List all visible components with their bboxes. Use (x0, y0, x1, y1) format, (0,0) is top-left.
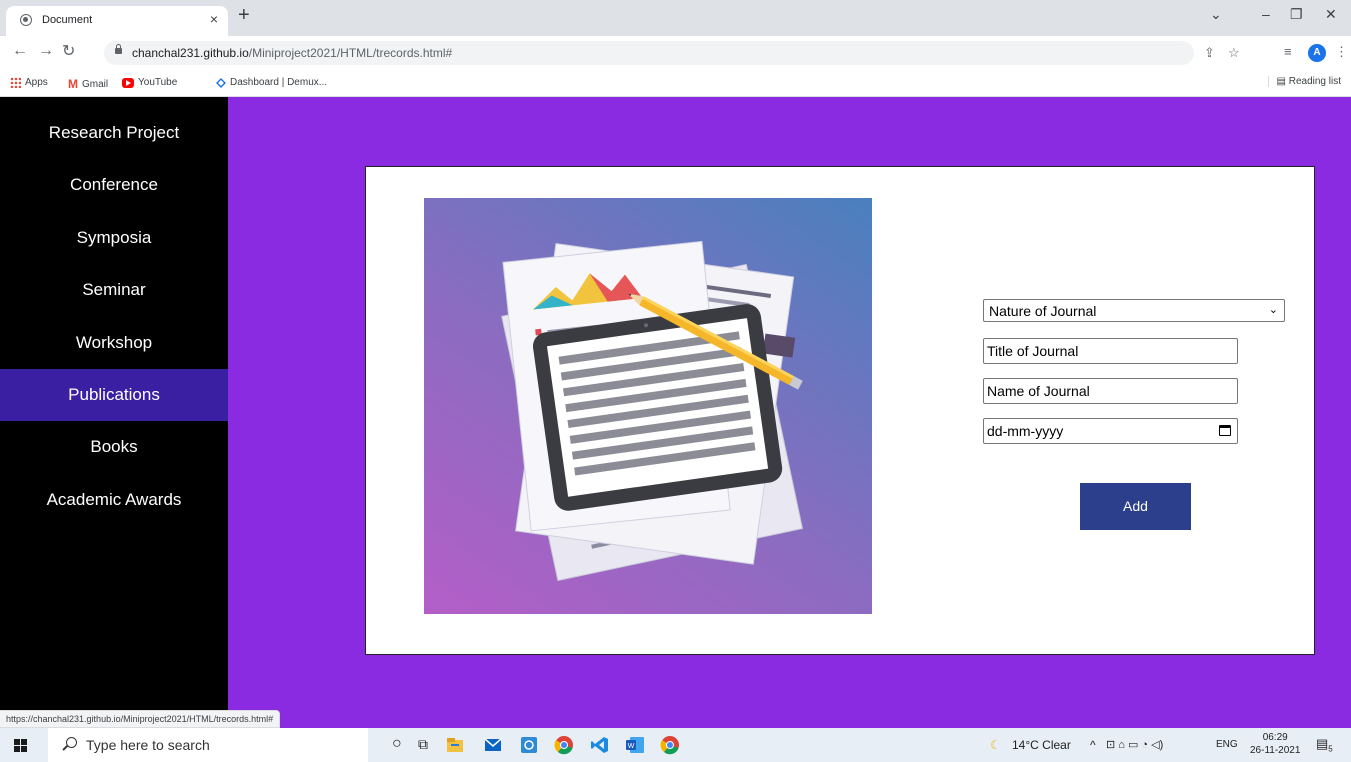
vscode-icon[interactable] (590, 735, 610, 755)
svg-text:W: W (628, 743, 635, 750)
bookmark-youtube[interactable]: YouTube (122, 77, 177, 88)
gmail-icon: M (68, 77, 78, 91)
sidebar: Research Project Conference Symposia Sem… (0, 97, 228, 728)
sidebar-item-conference[interactable]: Conference (0, 159, 228, 211)
input-placeholder: Title of Journal (987, 343, 1079, 359)
status-url-bar: https://chanchal231.github.io/Miniprojec… (0, 710, 281, 728)
search-icon (66, 737, 77, 748)
bookmarks-bar: Apps M Gmail YouTube Dashboard | Demux...… (0, 70, 1351, 97)
word-icon[interactable]: W (625, 735, 645, 755)
sidebar-item-publications[interactable]: Publications (0, 369, 228, 421)
star-icon[interactable]: ☆ (1228, 45, 1240, 61)
name-of-journal-input[interactable]: Name of Journal (983, 378, 1238, 404)
sidebar-item-seminar[interactable]: Seminar (0, 264, 228, 316)
demux-icon (216, 77, 226, 88)
documents-tablet-illustration (501, 240, 804, 582)
reload-icon[interactable]: ↻ (62, 41, 75, 61)
profile-avatar[interactable]: A (1308, 44, 1326, 62)
sidebar-item-research-project[interactable]: Research Project (0, 107, 228, 159)
calendar-icon[interactable] (1219, 425, 1231, 436)
date-input[interactable]: dd-mm-yyyy (983, 418, 1238, 444)
url-path: /Miniproject2021/HTML/trecords.html# (248, 46, 453, 60)
title-of-journal-input[interactable]: Title of Journal (983, 338, 1238, 364)
clock-time: 06:29 (1262, 732, 1288, 743)
notification-icon[interactable]: ▤5 (1316, 736, 1333, 754)
bookmark-label: Gmail (82, 78, 109, 90)
bookmark-gmail[interactable]: M Gmail (68, 77, 108, 91)
bookmark-label: Dashboard | Demux... (230, 77, 328, 88)
browser-tab[interactable]: Document × (6, 6, 228, 36)
add-button[interactable]: Add (1080, 483, 1191, 530)
input-placeholder: dd-mm-yyyy (987, 423, 1064, 439)
bookmark-label: YouTube (138, 77, 178, 88)
url-domain: chanchal231.github.io (132, 46, 249, 60)
file-explorer-icon[interactable] (445, 735, 465, 755)
page-body: Research Project Conference Symposia Sem… (0, 97, 1351, 728)
taskbar-search[interactable]: Type here to search (48, 728, 368, 762)
sidebar-item-academic-awards[interactable]: Academic Awards (0, 474, 228, 526)
lock-icon (115, 44, 122, 54)
url-text: chanchal231.github.io/Miniproject2021/HT… (132, 46, 452, 60)
taskbar: Type here to search ○ ⧉ W ☾ 14°C Clear ^… (0, 728, 1351, 762)
chrome-icon[interactable] (554, 735, 574, 755)
reading-list-label: Reading list (1288, 76, 1341, 87)
clock[interactable]: 06:29 26-11-2021 (1250, 731, 1300, 757)
new-tab-icon[interactable]: + (238, 4, 250, 27)
apps-grid-icon (10, 77, 21, 88)
search-placeholder: Type here to search (86, 737, 210, 753)
address-bar[interactable]: chanchal231.github.io/Miniproject2021/HT… (104, 41, 1240, 65)
chevron-up-icon[interactable]: ^ (1090, 738, 1096, 752)
bookmark-apps[interactable]: Apps (10, 77, 48, 88)
close-window-icon[interactable]: ✕ (1325, 6, 1337, 23)
browser-toolbar: ← → ↻ chanchal231.github.io/Miniproject2… (0, 36, 1351, 70)
input-placeholder: Name of Journal (987, 383, 1090, 399)
minimize-icon[interactable]: – (1262, 6, 1270, 22)
bookmark-dashboard[interactable]: Dashboard | Demux... (216, 77, 327, 88)
cortana-icon[interactable]: ○ (392, 735, 402, 753)
forward-icon[interactable]: → (38, 42, 54, 60)
globe-icon (20, 14, 32, 26)
chevron-down-icon: ⌄ (1268, 304, 1278, 316)
nature-of-journal-select[interactable]: Nature of Journal ⌄ (983, 299, 1285, 322)
tab-search-icon[interactable]: ⌄ (1210, 6, 1222, 23)
weather-text[interactable]: 14°C Clear (1012, 738, 1071, 752)
windows-start-icon[interactable] (14, 739, 28, 752)
reading-list[interactable]: ▤ Reading list (1267, 76, 1341, 87)
select-value: Nature of Journal (989, 303, 1097, 319)
form-card: Nature of Journal ⌄ Title of Journal Nam… (365, 166, 1315, 655)
clock-date: 26-11-2021 (1250, 745, 1301, 756)
maximize-icon[interactable]: ❐ (1290, 6, 1303, 23)
reading-mode-icon[interactable]: ≡ (1284, 44, 1292, 59)
store-icon[interactable] (519, 735, 539, 755)
mail-icon[interactable] (483, 735, 503, 755)
close-tab-icon[interactable]: × (210, 11, 218, 27)
share-icon[interactable]: ⇪ (1204, 45, 1215, 61)
moon-weather-icon: ☾ (990, 738, 1001, 752)
publication-illustration (424, 198, 872, 614)
kebab-menu-icon[interactable]: ⋮ (1335, 44, 1348, 60)
back-icon[interactable]: ← (12, 42, 28, 60)
notification-count: 5 (1328, 744, 1333, 754)
tab-strip: Document × + ⌄ – ❐ ✕ (0, 0, 1351, 36)
chrome-profile-icon[interactable] (660, 735, 680, 755)
bookmark-label: Apps (25, 77, 48, 88)
task-view-icon[interactable]: ⧉ (418, 736, 428, 753)
tab-title: Document (42, 14, 93, 26)
system-tray-icons[interactable]: ⊡ ⌂ ▭ ◔ ◁) (1106, 738, 1163, 751)
language-indicator[interactable]: ENG (1216, 739, 1238, 750)
sidebar-item-symposia[interactable]: Symposia (0, 212, 228, 264)
sidebar-item-books[interactable]: Books (0, 421, 228, 473)
youtube-icon (122, 77, 134, 88)
sidebar-item-workshop[interactable]: Workshop (0, 317, 228, 369)
